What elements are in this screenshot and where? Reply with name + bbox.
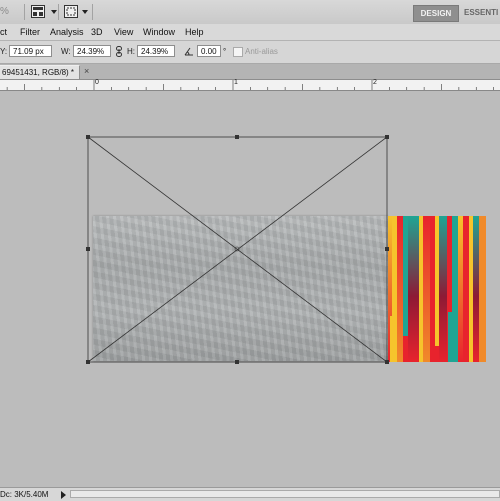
screen-mode-icon[interactable] (64, 5, 82, 19)
ruler-number: 0 (95, 79, 99, 86)
divider (24, 4, 25, 20)
width-label: W: (61, 47, 71, 56)
workspace-design-button[interactable]: DESIGN (413, 5, 459, 22)
height-field[interactable]: 24.39% (137, 45, 175, 57)
anti-alias-label: Anti-alias (245, 47, 278, 56)
ruler-number: 2 (373, 79, 377, 86)
arrange-documents-icon[interactable] (31, 5, 49, 19)
anti-alias-checkbox[interactable] (233, 47, 243, 57)
divider (92, 4, 93, 20)
y-position-field[interactable]: 71.09 px (9, 45, 52, 57)
height-label: H: (127, 47, 135, 56)
degree-symbol: ° (223, 47, 227, 56)
application-bar: % DESIGN ESSENTI (0, 0, 500, 25)
rotate-angle-icon (184, 47, 193, 56)
ruler-number: 1 (234, 79, 238, 86)
chevron-down-icon[interactable] (51, 10, 57, 14)
menu-3d[interactable]: 3D (91, 27, 103, 37)
divider (58, 4, 59, 20)
status-bar: Dc: 3K/5.40M (0, 487, 500, 501)
menu-window[interactable]: Window (143, 27, 175, 37)
width-field[interactable]: 24.39% (73, 45, 111, 57)
workspace-essentials-button[interactable]: ESSENTI (460, 5, 500, 20)
ruler-ticks (6, 80, 494, 90)
zoom-level[interactable]: % (0, 6, 9, 17)
menu-select[interactable]: ct (0, 27, 7, 37)
close-icon[interactable]: × (84, 66, 89, 76)
chevron-down-icon[interactable] (82, 10, 88, 14)
menu-filter[interactable]: Filter (20, 27, 40, 37)
horizontal-ruler[interactable]: 0 1 2 (0, 79, 500, 91)
menu-bar: ct Filter Analysis 3D View Window Help (0, 24, 500, 41)
document-tab[interactable]: 69451431, RGB/8) * (0, 65, 80, 79)
menu-help[interactable]: Help (185, 27, 204, 37)
link-icon[interactable] (116, 46, 122, 57)
options-bar: Y: 71.09 px W: 24.39% H: 24.39% 0.00 ° A… (0, 41, 500, 64)
stripes-background-image[interactable] (388, 216, 486, 362)
horizontal-scrollbar[interactable] (70, 490, 500, 498)
menu-analysis[interactable]: Analysis (50, 27, 84, 37)
y-label: Y: (0, 47, 8, 56)
placed-paper-texture-image[interactable] (93, 216, 388, 361)
menu-view[interactable]: View (114, 27, 133, 37)
document-size[interactable]: Dc: 3K/5.40M (0, 490, 48, 499)
rotation-field[interactable]: 0.00 (197, 45, 221, 57)
document-tab-bar: 69451431, RGB/8) * × (0, 64, 500, 80)
status-menu-arrow-icon[interactable] (61, 491, 66, 499)
